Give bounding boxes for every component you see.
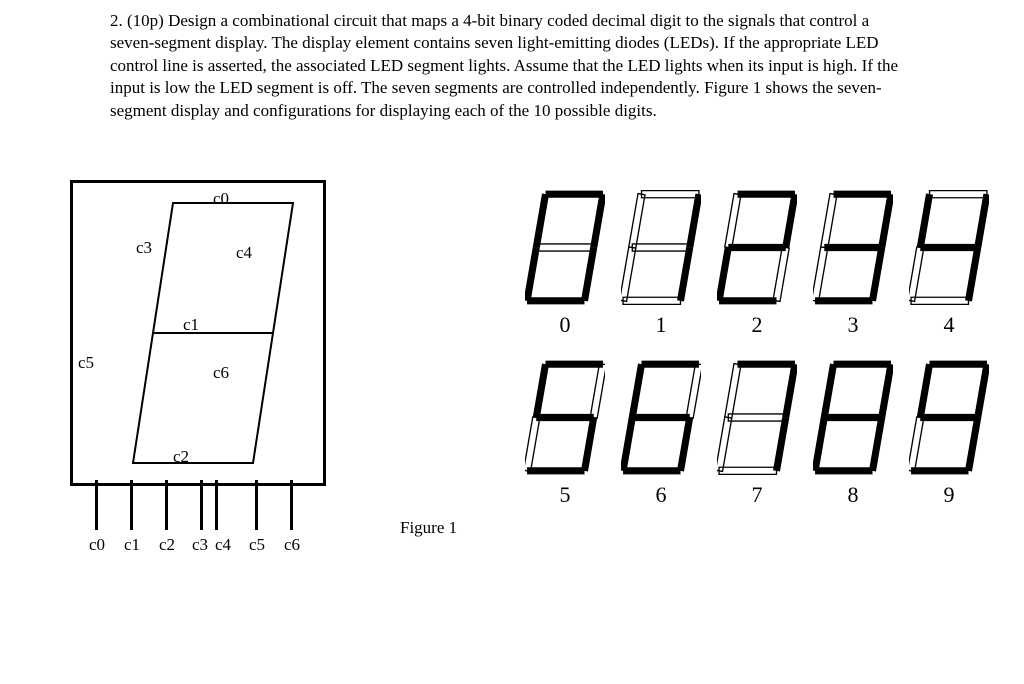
digit-label: 5 — [520, 482, 610, 508]
problem-statement: 2. (10p) Design a combinational circuit … — [110, 10, 910, 122]
digit-7: 7 — [712, 360, 802, 510]
figure-1: c0 c3 c4 c1 c5 c6 c2 c0 c1 c2 c3 c4 c5 c… — [40, 180, 1000, 660]
module-pins: c0 c1 c2 c3 c4 c5 c6 — [75, 480, 315, 550]
digit-label: 7 — [712, 482, 802, 508]
digit-1: 1 — [616, 190, 706, 340]
module-outline: c0 c3 c4 c1 c5 c6 c2 — [70, 180, 326, 486]
label-c6: c6 — [213, 363, 229, 383]
problem-number: 2. — [110, 11, 123, 30]
problem-body: Design a combinational circuit that maps… — [110, 11, 898, 120]
label-c4: c4 — [236, 243, 252, 263]
digit-3: 3 — [808, 190, 898, 340]
pinlabel-c1: c1 — [124, 535, 140, 555]
label-c2: c2 — [173, 447, 189, 467]
digit-label: 4 — [904, 312, 994, 338]
digit-4: 4 — [904, 190, 994, 340]
pin-c1 — [130, 480, 133, 530]
digit-label: 3 — [808, 312, 898, 338]
digit-2: 2 — [712, 190, 802, 340]
pinlabel-c5: c5 — [249, 535, 265, 555]
seven-segment-module: c0 c3 c4 c1 c5 c6 c2 c0 c1 c2 c3 c4 c5 c… — [40, 180, 350, 550]
pinlabel-c6: c6 — [284, 535, 300, 555]
pin-c5 — [255, 480, 258, 530]
pinlabel-c2: c2 — [159, 535, 175, 555]
segment-parallelogram — [133, 203, 293, 463]
digit-label: 2 — [712, 312, 802, 338]
digit-label: 9 — [904, 482, 994, 508]
pin-c4 — [215, 480, 218, 530]
digit-8: 8 — [808, 360, 898, 510]
digit-label: 6 — [616, 482, 706, 508]
digit-6: 6 — [616, 360, 706, 510]
digit-9: 9 — [904, 360, 994, 510]
figure-caption: Figure 1 — [400, 518, 457, 538]
pin-c2 — [165, 480, 168, 530]
digit-0: 0 — [520, 190, 610, 340]
pin-c0 — [95, 480, 98, 530]
pin-c6 — [290, 480, 293, 530]
pin-c3 — [200, 480, 203, 530]
pinlabel-c4: c4 — [215, 535, 231, 555]
digit-label: 0 — [520, 312, 610, 338]
digit-5: 5 — [520, 360, 610, 510]
label-c1: c1 — [183, 315, 199, 335]
label-c5: c5 — [78, 353, 94, 373]
label-c0: c0 — [213, 189, 229, 209]
digit-label: 8 — [808, 482, 898, 508]
digit-label: 1 — [616, 312, 706, 338]
pinlabel-c3: c3 — [192, 535, 208, 555]
pinlabel-c0: c0 — [89, 535, 105, 555]
label-c3: c3 — [136, 238, 152, 258]
problem-points: (10p) — [127, 11, 164, 30]
